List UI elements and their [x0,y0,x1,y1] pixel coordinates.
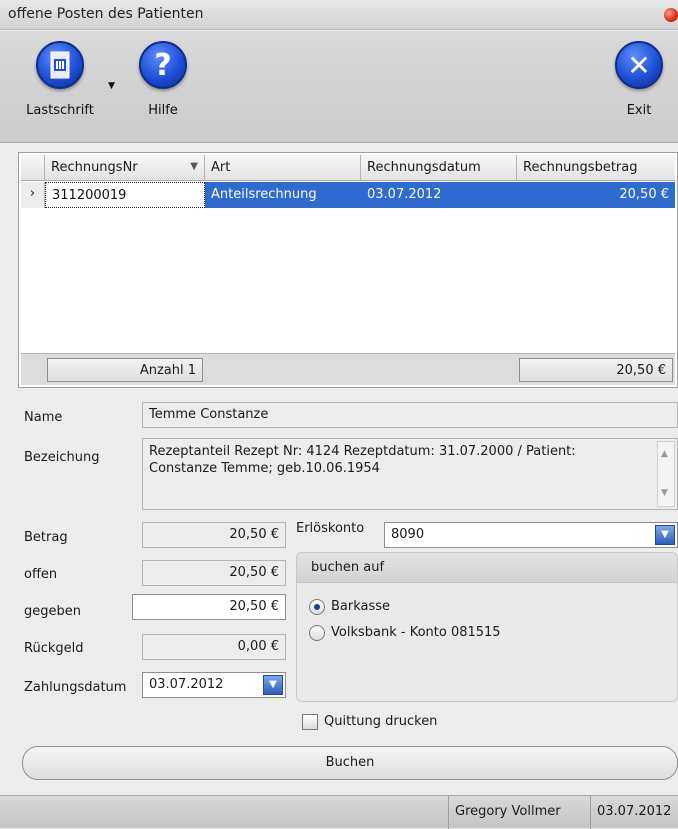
volksbank-label[interactable]: Volksbank - Konto 081515 [331,625,501,640]
offen-field: 20,50 € [142,560,286,586]
status-user: Gregory Vollmer [448,796,590,829]
column-header-label: Rechnungsdatum [367,160,481,175]
cell-rechnungsdatum[interactable]: 03.07.2012 [361,182,517,208]
quittung-label[interactable]: Quittung drucken [324,714,437,729]
gegeben-label: gegeben [24,604,81,619]
buchen-auf-group: buchen auf Barkasse Volksbank - Konto 08… [296,552,678,702]
column-header-label: RechnungsNr [51,160,138,175]
sort-descending-icon: ▼ [190,161,198,172]
bezeichnung-memo[interactable]: Rezeptanteil Rezept Nr: 4124 Rezeptdatum… [142,438,678,510]
table-row[interactable]: › 311200019 Anteilsrechnung 03.07.2012 2… [21,182,675,208]
scroll-up-icon[interactable]: ▲ [661,446,668,463]
zahlungsdatum-value: 03.07.2012 [149,677,224,692]
name-field: Temme Constanze [142,402,678,428]
toolbar: Lastschrift ▼ ? Hilfe ✕ Exit [0,31,678,143]
barkasse-radio[interactable] [309,599,325,615]
lastschrift-dropdown-icon[interactable]: ▼ [108,81,115,91]
cell-art[interactable]: Anteilsrechnung [205,182,361,208]
status-date: 03.07.2012 [590,796,678,829]
lastschrift-icon [36,41,84,89]
grid-footer: Anzahl 1 20,50 € [21,353,675,385]
chevron-down-icon[interactable]: ▼ [655,525,675,545]
erloeskonto-select[interactable]: 8090 ▼ [384,522,678,548]
bezeichnung-text: Rezeptanteil Rezept Nr: 4124 Rezeptdatum… [149,444,576,476]
current-row-icon: › [21,182,45,208]
status-bar: Gregory Vollmer 03.07.2012 [0,795,678,829]
quittung-checkbox[interactable] [302,714,318,730]
buchen-button[interactable]: Buchen [22,746,678,780]
betrag-label: Betrag [24,530,68,545]
cell-rechnungsnr[interactable]: 311200019 [45,182,205,208]
barkasse-label[interactable]: Barkasse [331,599,390,614]
sum-summary: 20,50 € [519,358,673,382]
column-header-rechnungsbetrag[interactable]: Rechnungsbetrag [517,155,675,181]
close-window-icon[interactable] [664,8,678,22]
window-title: offene Posten des Patienten [8,6,204,22]
rueckgeld-field: 0,00 € [142,634,286,660]
calendar-dropdown-icon[interactable]: ▼ [263,675,283,695]
row-indicator-header [21,155,45,181]
cell-rechnungsbetrag[interactable]: 20,50 € [517,182,675,208]
hilfe-label: Hilfe [148,103,178,118]
help-icon: ? [139,41,187,89]
lastschrift-button[interactable]: Lastschrift [20,41,100,118]
column-header-label: Art [211,160,231,175]
scroll-down-icon[interactable]: ▼ [661,485,668,502]
row-count-summary: Anzahl 1 [47,358,203,382]
column-header-art[interactable]: Art [205,155,361,181]
invoice-grid: RechnungsNr ▼ Art Rechnungsdatum Rechnun… [18,152,678,388]
buchen-auf-title: buchen auf [297,553,677,583]
betrag-field: 20,50 € [142,522,286,548]
exit-button[interactable]: ✕ Exit [606,41,672,118]
volksbank-radio[interactable] [309,625,325,641]
erloeskonto-label: Erlöskonto [296,521,365,536]
zahlungsdatum-picker[interactable]: 03.07.2012 ▼ [142,672,286,698]
lastschrift-label: Lastschrift [26,103,94,118]
offen-label: offen [24,567,58,582]
column-header-label: Rechnungsbetrag [523,160,638,175]
memo-scrollbar[interactable]: ▲ ▼ [657,441,675,507]
rueckgeld-label: Rückgeld [24,641,84,656]
zahlungsdatum-label: Zahlungsdatum [24,680,127,695]
bezeichnung-label: Bezeichung [24,450,100,465]
exit-label: Exit [626,103,652,118]
gegeben-input[interactable]: 20,50 € [132,594,286,620]
column-header-rechnungsnr[interactable]: RechnungsNr ▼ [45,155,205,181]
grid-header: RechnungsNr ▼ Art Rechnungsdatum Rechnun… [21,155,675,181]
name-label: Name [24,410,63,425]
title-bar: offene Posten des Patienten [0,0,678,30]
column-header-rechnungsdatum[interactable]: Rechnungsdatum [361,155,517,181]
close-icon: ✕ [615,41,663,89]
window: offene Posten des Patienten Lastschrift … [0,0,678,829]
hilfe-button[interactable]: ? Hilfe [128,41,198,118]
erloeskonto-value: 8090 [391,527,425,542]
